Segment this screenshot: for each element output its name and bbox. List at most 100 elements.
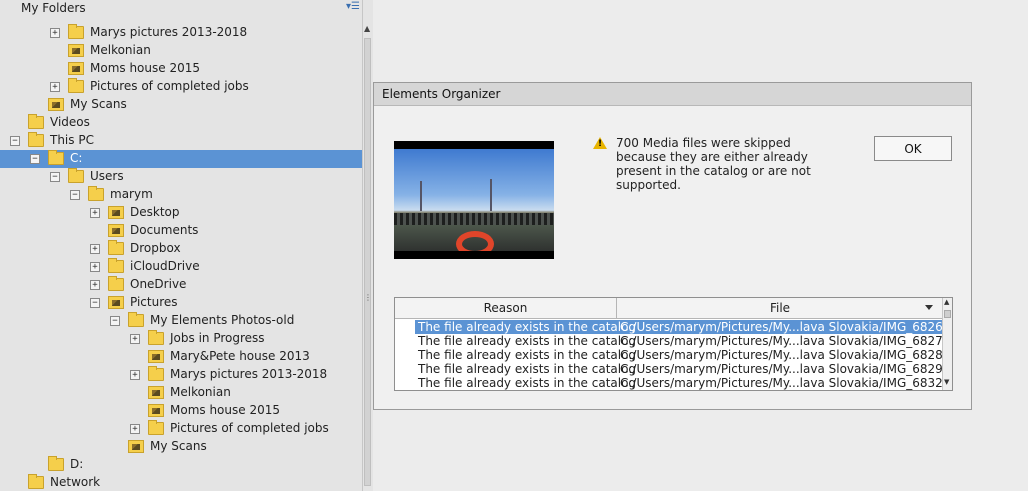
life-ring (456, 231, 494, 251)
folder-icon (48, 150, 64, 165)
tree-row-label: Marys pictures 2013-2018 (170, 367, 328, 381)
expand-icon[interactable]: + (50, 82, 60, 92)
expand-icon[interactable]: + (130, 334, 140, 344)
folder-icon (28, 132, 44, 147)
image-folder-icon (68, 62, 84, 75)
table-header: Reason File (395, 298, 943, 319)
tree-row-label: Documents (130, 223, 199, 237)
expand-icon[interactable]: + (50, 28, 60, 38)
tree-row-label: C: (70, 151, 83, 165)
tree-row-label: Melkonian (90, 43, 151, 57)
column-header-reason[interactable]: Reason (395, 298, 617, 318)
tree-row[interactable]: Videos (0, 114, 362, 132)
tree-row-label: D: (70, 457, 84, 471)
table-row[interactable]: The file already exists in the catalog C:… (415, 320, 952, 334)
sort-dropdown-icon[interactable] (925, 305, 933, 310)
scroll-down-arrow-icon[interactable]: ▼ (944, 378, 949, 386)
image-folder-icon (48, 98, 64, 111)
folder-icon (68, 78, 84, 93)
tree-row[interactable]: − Users (0, 168, 362, 186)
reason-cell: The file already exists in the catalog (418, 320, 637, 334)
folder-icon (68, 168, 84, 183)
scroll-up-arrow-icon[interactable]: ▲ (364, 24, 370, 33)
table-scroll-thumb[interactable] (944, 310, 951, 318)
expand-icon[interactable]: + (90, 244, 100, 254)
table-row[interactable]: The file already exists in the catalog C:… (415, 334, 952, 348)
file-cell: C:/Users/marym/Pictures/My...lava Slovak… (620, 348, 953, 362)
folder-icon (68, 24, 84, 39)
tree-row[interactable]: + Jobs in Progress (0, 330, 362, 348)
folder-icon (108, 276, 124, 291)
tree-row-label: Moms house 2015 (90, 61, 200, 75)
expand-icon[interactable]: + (130, 370, 140, 380)
file-cell: C:/Users/marym/Pictures/My...lava Slovak… (620, 376, 953, 390)
tree-row[interactable]: + OneDrive (0, 276, 362, 294)
scroll-up-arrow-icon[interactable]: ▲ (944, 298, 949, 306)
list-menu-icon[interactable]: ▾☰ (346, 1, 360, 13)
scroll-thumb[interactable] (364, 38, 371, 486)
image-folder-icon (148, 404, 164, 417)
tree-row[interactable]: + Pictures of completed jobs (0, 78, 362, 96)
folder-icon (148, 420, 164, 435)
collapse-icon[interactable]: − (90, 298, 100, 308)
column-header-file[interactable]: File (617, 298, 943, 318)
expand-icon[interactable]: + (90, 208, 100, 218)
photo-image (394, 149, 554, 251)
expand-icon[interactable]: + (90, 262, 100, 272)
collapse-icon[interactable]: − (30, 154, 40, 164)
folder-icon (88, 186, 104, 201)
tree-row-label: Dropbox (130, 241, 181, 255)
skipped-files-dialog: Elements Organizer ! 700 Media files wer… (373, 82, 972, 410)
tree-row[interactable]: − C: (0, 150, 362, 168)
image-folder-icon (148, 350, 164, 363)
ok-button[interactable]: OK (874, 136, 952, 161)
tree-row[interactable]: My Scans (0, 438, 362, 456)
tree-row[interactable]: My Scans (0, 96, 362, 114)
reason-cell: The file already exists in the catalog (418, 334, 637, 348)
table-scrollbar[interactable]: ▲ ▼ (942, 298, 952, 390)
tree-row-label: Mary&Pete house 2013 (170, 349, 310, 363)
table-row[interactable]: The file already exists in the catalog C:… (415, 348, 952, 362)
folder-icon (28, 474, 44, 489)
tree-row[interactable]: + Dropbox (0, 240, 362, 258)
tree-row-label: OneDrive (130, 277, 187, 291)
dialog-title: Elements Organizer (382, 87, 501, 101)
tree-row[interactable]: − marym (0, 186, 362, 204)
tree-row[interactable]: Documents (0, 222, 362, 240)
tree-row[interactable]: − This PC (0, 132, 362, 150)
tree-row-label: Moms house 2015 (170, 403, 280, 417)
expand-icon[interactable]: + (130, 424, 140, 434)
image-folder-icon (108, 224, 124, 237)
file-cell: C:/Users/marym/Pictures/My...lava Slovak… (620, 334, 953, 348)
skipped-files-table: Reason File The file already exists in t… (394, 297, 953, 391)
tree-row[interactable]: + Pictures of completed jobs (0, 420, 362, 438)
tree-row[interactable]: Melkonian (0, 384, 362, 402)
tree-row[interactable]: + iCloudDrive (0, 258, 362, 276)
collapse-icon[interactable]: − (70, 190, 80, 200)
expand-icon[interactable]: + (90, 280, 100, 290)
tree-row[interactable]: Mary&Pete house 2013 (0, 348, 362, 366)
tree-row[interactable]: − My Elements Photos-old (0, 312, 362, 330)
reason-cell: The file already exists in the catalog (418, 362, 637, 376)
folder-icon (48, 456, 64, 471)
tree-row[interactable]: + Desktop (0, 204, 362, 222)
tree-row[interactable]: − Pictures (0, 294, 362, 312)
tree-row-label: iCloudDrive (130, 259, 200, 273)
panel-resize-grip-icon[interactable]: ⋮ (364, 293, 372, 302)
collapse-icon[interactable]: − (10, 136, 20, 146)
tree-row[interactable]: Melkonian (0, 42, 362, 60)
collapse-icon[interactable]: − (110, 316, 120, 326)
tree-row[interactable]: Moms house 2015 (0, 402, 362, 420)
tree-row[interactable]: Network (0, 474, 362, 491)
table-row[interactable]: The file already exists in the catalog C:… (415, 362, 952, 376)
folder-panel-scrollbar[interactable]: ▲ (362, 0, 373, 491)
tree-row[interactable]: D: (0, 456, 362, 474)
tree-row[interactable]: + Marys pictures 2013-2018 (0, 24, 362, 42)
tree-row-label: Melkonian (170, 385, 231, 399)
collapse-icon[interactable]: − (50, 172, 60, 182)
tree-row[interactable]: + Marys pictures 2013-2018 (0, 366, 362, 384)
dialog-titlebar[interactable]: Elements Organizer (374, 83, 971, 106)
fence (394, 213, 554, 225)
tree-row[interactable]: Moms house 2015 (0, 60, 362, 78)
table-row[interactable]: The file already exists in the catalog C:… (415, 376, 952, 390)
